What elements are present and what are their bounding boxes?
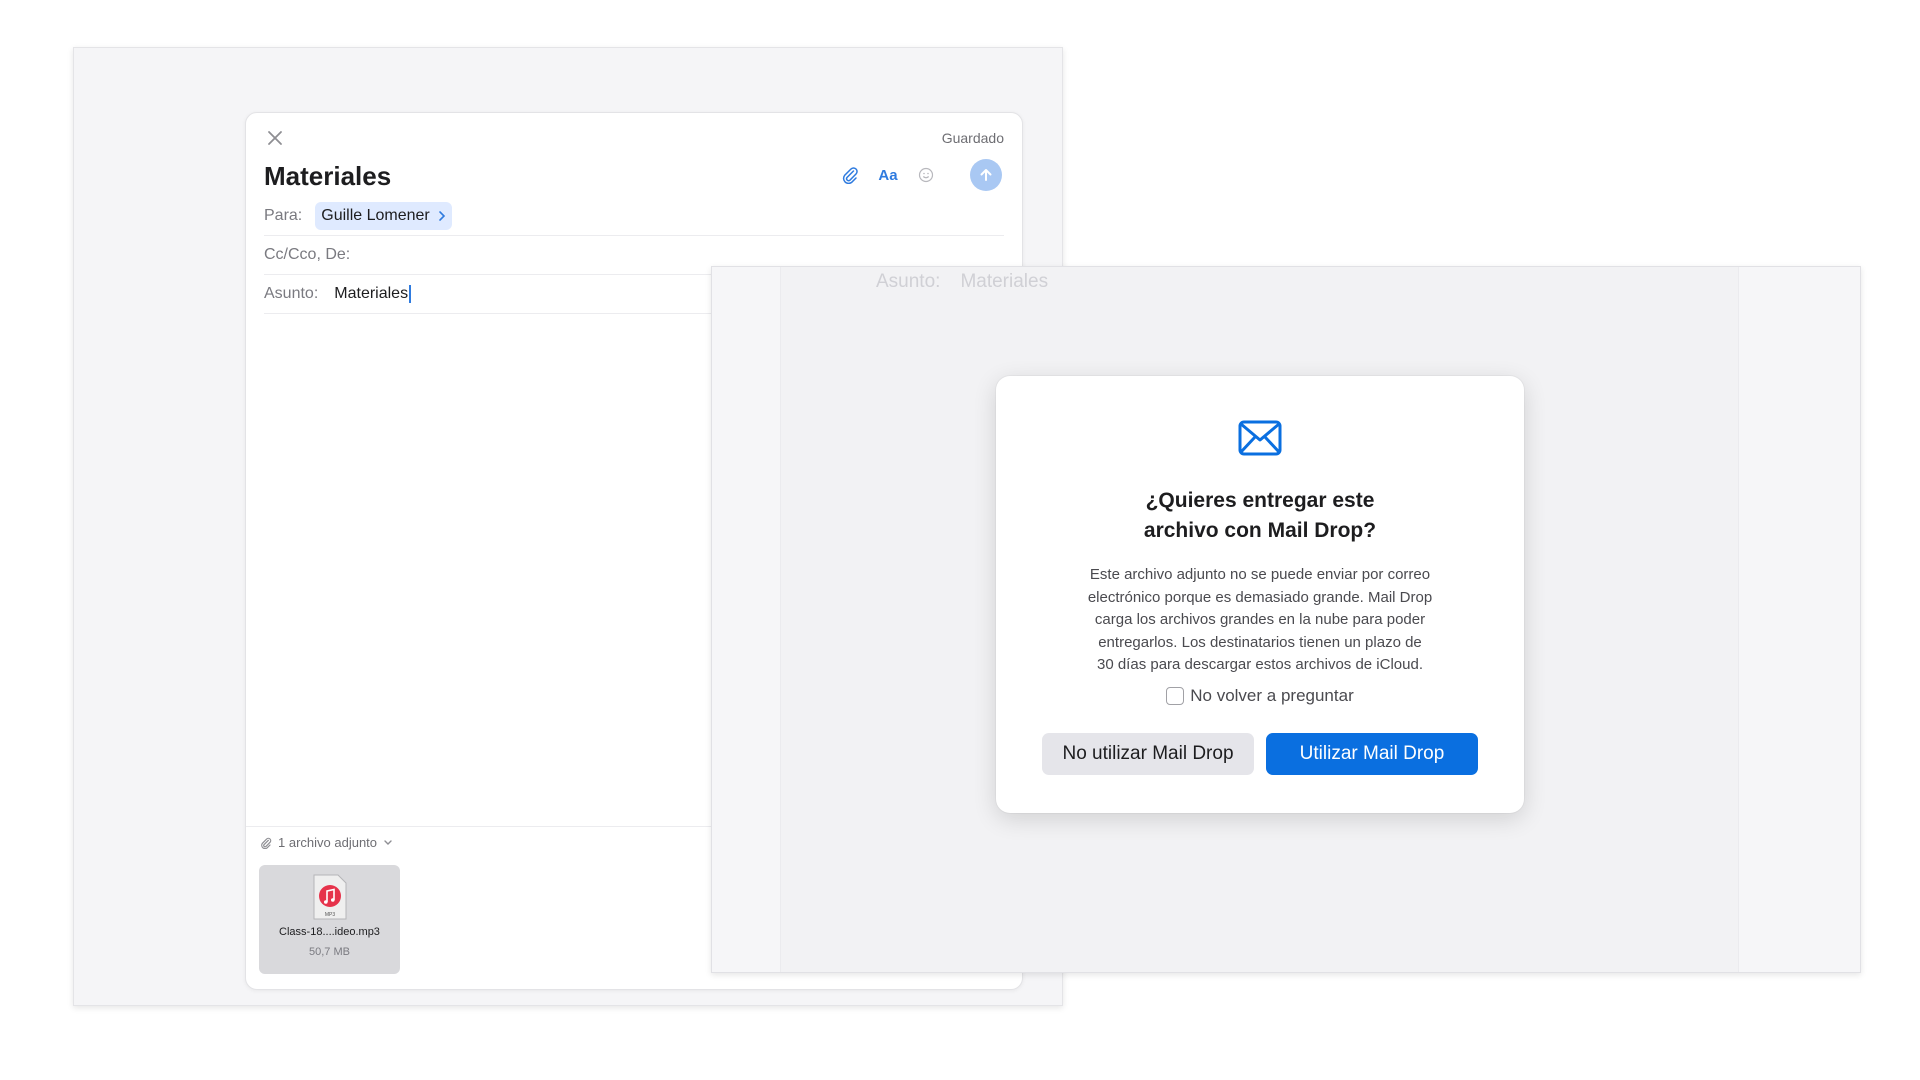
envelope-icon [1238,420,1282,456]
close-icon[interactable] [264,127,286,149]
dimmed-subject-field: Asunto: Materiales [876,271,1048,293]
paperclip-small-icon [261,837,272,849]
dimmed-subject-label: Asunto: [876,271,941,292]
subject-input[interactable]: Materiales [334,284,412,303]
mail-drop-dialog: ¿Quieres entregar este archivo con Mail … [996,376,1524,813]
send-button[interactable] [970,159,1002,191]
attachment-tile[interactable]: MP3 Class-18....ideo.mp3 50,7 MB [259,865,400,974]
paperclip-icon[interactable] [838,163,862,187]
recipient-chip[interactable]: Guille Lomener [315,202,452,230]
audio-file-icon: MP3 [313,874,346,920]
file-type-badge: MP3 [324,912,335,918]
cc-label: Cc/Cco, De: [264,246,351,263]
dont-ask-again-option[interactable]: No volver a preguntar [996,686,1524,706]
dimmed-subject-value: Materiales [960,271,1049,292]
to-label: Para: [264,207,303,224]
subject-label: Asunto: [264,285,319,302]
compose-toolbar: Aa [838,158,1002,192]
dont-use-mail-drop-button[interactable]: No utilizar Mail Drop [1042,733,1254,775]
chevron-right-icon [438,211,445,221]
compose-title: Materiales [264,161,392,191]
attachment-size: 50,7 MB [309,946,350,958]
chevron-down-icon [384,839,392,845]
arrow-up-icon [980,169,992,181]
dialog-title: ¿Quieres entregar este archivo con Mail … [1143,489,1377,542]
text-cursor [409,284,412,303]
recipient-name: Guille Lomener [321,207,430,224]
format-button[interactable]: Aa [876,163,900,187]
attachment-name: Class-18....ideo.mp3 [279,926,380,938]
attachments-label: 1 archivo adjunto [278,835,378,850]
use-mail-drop-button[interactable]: Utilizar Mail Drop [1266,733,1478,775]
to-field[interactable]: Para: Guille Lomener [264,197,1004,236]
smiley-icon[interactable] [914,163,938,187]
save-status: Guardado [941,130,1004,146]
attachments-toggle[interactable]: 1 archivo adjunto [260,835,393,850]
dont-ask-again-label: No volver a preguntar [1190,686,1354,705]
dialog-message: Este archivo adjunto no se puede enviar … [1087,566,1433,673]
dont-ask-again-checkbox[interactable] [1166,687,1185,705]
